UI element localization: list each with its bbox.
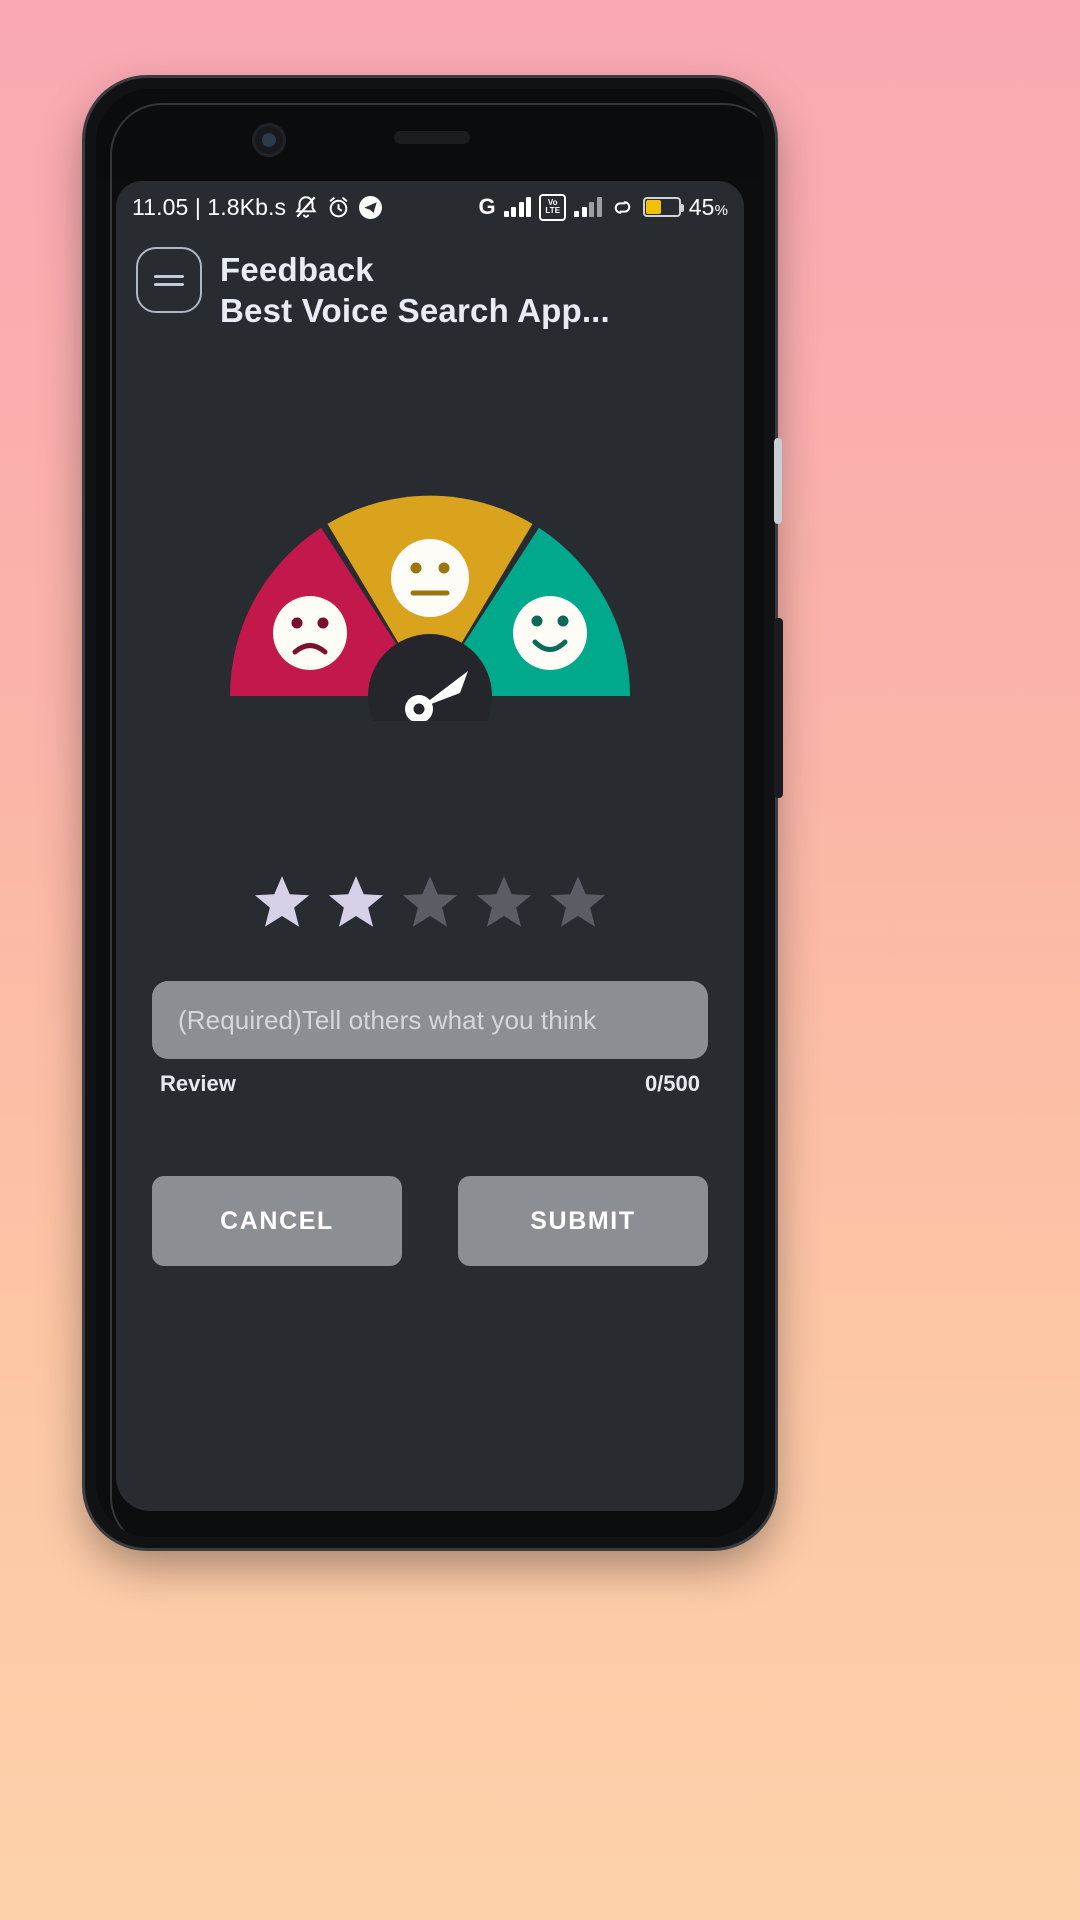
star-icon-3[interactable] xyxy=(399,871,461,933)
review-input[interactable]: (Required)Tell others what you think xyxy=(152,981,708,1059)
review-label: Review xyxy=(160,1071,236,1096)
status-time-and-datarate: 11.05 | 1.8Kb.s xyxy=(132,193,287,220)
signal-bars-icon xyxy=(503,197,532,217)
signal-bars-secondary-icon xyxy=(574,197,602,217)
star-icon-2[interactable] xyxy=(325,871,387,933)
front-camera-icon xyxy=(252,123,286,157)
review-character-counter: 0/500 xyxy=(644,1071,700,1096)
battery-percent-suffix: % xyxy=(714,201,728,219)
status-bar-left: 11.05 | 1.8Kb.s xyxy=(132,194,383,221)
app-bar: Feedback Best Voice Search App... xyxy=(116,233,744,350)
phone-screen: 11.05 | 1.8Kb.s G Vo LTE 45% Feedback Be… xyxy=(116,181,744,1511)
battery-fill xyxy=(645,200,662,214)
volte-icon: Vo LTE xyxy=(539,193,567,221)
app-bar-titles: Feedback Best Voice Search App... xyxy=(220,247,610,332)
star-icon-5[interactable] xyxy=(547,871,609,933)
link-icon xyxy=(610,195,635,220)
mute-bell-icon xyxy=(293,194,319,220)
alarm-clock-icon xyxy=(326,195,351,220)
submit-button[interactable]: SUBMIT xyxy=(458,1176,708,1266)
happy-face-icon xyxy=(513,596,587,670)
cancel-button[interactable]: CANCEL xyxy=(152,1176,402,1266)
power-button[interactable] xyxy=(774,618,783,798)
action-buttons: CANCEL SUBMIT xyxy=(152,1176,708,1266)
phone-device: 11.05 | 1.8Kb.s G Vo LTE 45% Feedback Be… xyxy=(85,78,783,1548)
neutral-face-icon xyxy=(391,539,469,617)
battery-percent-value: 45 xyxy=(688,193,715,220)
star-rating[interactable] xyxy=(116,871,744,933)
network-type-label: G xyxy=(478,194,496,219)
sad-face-icon xyxy=(273,596,347,670)
camera-lens-dot xyxy=(262,133,276,147)
gauge-svg xyxy=(229,495,631,721)
satisfaction-gauge[interactable] xyxy=(116,471,744,721)
status-bar-right: G Vo LTE 45% xyxy=(478,193,728,221)
page-subtitle: Best Voice Search App... xyxy=(220,292,610,330)
page-title: Feedback xyxy=(220,251,374,288)
review-placeholder: (Required)Tell others what you think xyxy=(178,1004,597,1035)
star-icon-4[interactable] xyxy=(473,871,535,933)
phone-bezel: 11.05 | 1.8Kb.s G Vo LTE 45% Feedback Be… xyxy=(96,89,764,1537)
battery-icon xyxy=(642,197,684,217)
volte-bottom-label: LTE xyxy=(545,206,561,215)
status-bar: 11.05 | 1.8Kb.s G Vo LTE 45% xyxy=(116,181,744,233)
phone-notch xyxy=(96,89,764,181)
screenshot-root: 11.05 | 1.8Kb.s G Vo LTE 45% Feedback Be… xyxy=(0,0,1080,1920)
review-meta: Review 0/500 xyxy=(152,1071,708,1097)
telegram-icon xyxy=(358,195,383,220)
star-icon-1[interactable] xyxy=(251,871,313,933)
earpiece-speaker xyxy=(394,131,470,144)
volume-button[interactable] xyxy=(774,438,782,524)
battery-percent-label: 45% xyxy=(689,194,728,221)
hamburger-menu-button[interactable] xyxy=(136,247,202,313)
hamburger-menu-icon xyxy=(154,270,184,291)
